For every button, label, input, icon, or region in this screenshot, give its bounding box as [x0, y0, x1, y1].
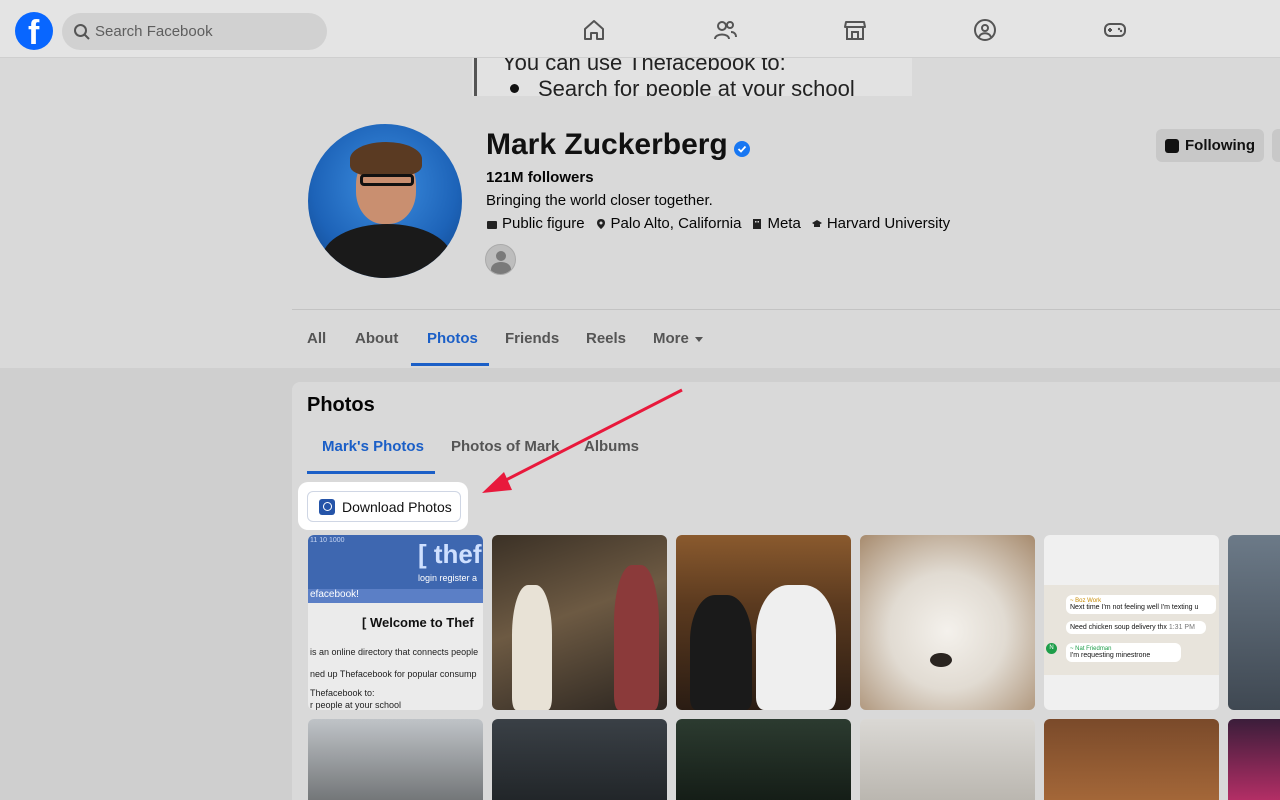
person-figure [756, 585, 836, 710]
work-item[interactable]: Meta [751, 215, 801, 232]
facebook-logo-icon[interactable]: f [15, 12, 53, 52]
education-item[interactable]: Harvard University [811, 215, 950, 232]
following-check-icon [1165, 138, 1179, 153]
person-figure [614, 565, 659, 710]
marketplace-icon[interactable] [843, 18, 867, 42]
person-figure [512, 585, 552, 710]
location-item[interactable]: Palo Alto, California [595, 215, 742, 232]
dog-nose [930, 653, 952, 667]
tab-about[interactable]: About [355, 330, 398, 347]
avatar-shirt [322, 224, 452, 278]
following-button[interactable]: Following [1156, 129, 1264, 162]
photo-thumbnail[interactable] [676, 719, 851, 800]
photo-thumbnail[interactable] [1228, 719, 1280, 800]
profile-details: Public figure Palo Alto, California Meta… [486, 215, 950, 232]
chevron-down-icon [694, 336, 703, 342]
cover-text-line1: You can use Thefacebook to: [502, 58, 786, 75]
photo-thumbnail[interactable]: 11 10 1000 [ thef login register a eface… [308, 535, 483, 710]
photo-thumbnail[interactable] [308, 719, 483, 800]
photo-thumbnail[interactable]: ~ Boz Work Next time I'm not feeling well… [1044, 535, 1219, 710]
briefcase-icon [487, 220, 497, 229]
tab-more-label: More [653, 330, 689, 347]
building-icon [753, 218, 762, 229]
following-label: Following [1185, 137, 1255, 154]
avatar-hair [350, 142, 422, 176]
profile-divider [292, 309, 1280, 310]
mutual-friend-avatar[interactable] [485, 244, 516, 275]
thumb-nav: login register a [418, 573, 478, 583]
chat-text: Need chicken soup delivery thx [1070, 624, 1167, 631]
thumb-welcome: [ Welcome to Thef [362, 615, 474, 630]
graduation-cap-icon [811, 219, 822, 227]
subtab-albums[interactable]: Albums [584, 438, 639, 455]
tab-reels[interactable]: Reels [586, 330, 626, 347]
chat-avatar: N [1046, 643, 1057, 654]
photos-section-title: Photos [307, 394, 375, 416]
download-photos-icon [319, 498, 335, 515]
gaming-icon[interactable] [1103, 18, 1127, 42]
category-label: Public figure [502, 215, 585, 232]
home-icon[interactable] [582, 18, 606, 42]
profile-name: Mark Zuckerberg [486, 128, 728, 161]
message-button[interactable] [1272, 129, 1280, 162]
tab-friends[interactable]: Friends [505, 330, 559, 347]
photo-thumbnail[interactable] [1228, 535, 1280, 710]
chat-message: ~ Nat Friedman I'm requesting minestrone [1066, 643, 1181, 662]
cover-divider [474, 58, 477, 96]
work-label: Meta [767, 215, 801, 232]
profile-bio: Bringing the world closer together. [486, 192, 713, 209]
chat-message: Need chicken soup delivery thx 1:31 PM [1066, 621, 1206, 634]
photo-thumbnail[interactable] [860, 535, 1035, 710]
chat-text: I'm requesting minestrone [1070, 652, 1151, 659]
subtab-photos-of-mark[interactable]: Photos of Mark [451, 438, 559, 455]
location-pin-icon [596, 218, 605, 229]
tab-all[interactable]: All [307, 330, 326, 347]
photo-thumbnail[interactable] [492, 719, 667, 800]
active-subtab-indicator [307, 471, 435, 474]
chat-message: ~ Boz Work Next time I'm not feeling well… [1066, 595, 1216, 614]
search-box[interactable] [62, 13, 327, 50]
photo-thumbnail[interactable] [676, 535, 851, 710]
active-tab-indicator [411, 363, 489, 366]
default-avatar-head [496, 251, 506, 261]
tab-more[interactable]: More [653, 330, 703, 347]
chat-text: Next time I'm not feeling well I'm texti… [1070, 604, 1199, 611]
download-photos-label: Download Photos [342, 498, 452, 515]
tab-photos[interactable]: Photos [427, 330, 478, 347]
groups-icon[interactable] [973, 18, 997, 42]
avatar-glasses [360, 174, 414, 186]
logo-letter: f [28, 14, 40, 52]
chat-time: 1:31 PM [1168, 624, 1195, 631]
search-input[interactable] [95, 13, 315, 50]
location-label: Palo Alto, California [610, 215, 742, 232]
photo-thumbnail[interactable] [492, 535, 667, 710]
thumb-text-1: is an online directory that connects peo… [310, 647, 479, 657]
thumb-text-3: Thefacebook to: [310, 688, 375, 698]
profile-avatar[interactable] [305, 121, 465, 281]
download-photos-button[interactable]: Download Photos [307, 491, 461, 522]
friends-icon[interactable] [713, 18, 737, 42]
photo-thumbnail[interactable] [860, 719, 1035, 800]
cover-bullet [510, 84, 519, 93]
thumb-text-2: ned up Thefacebook for popular consump [310, 669, 477, 679]
followers-count[interactable]: 121M followers [486, 169, 594, 186]
cover-photo[interactable]: You can use Thefacebook to: Search for p… [472, 58, 912, 96]
photo-thumbnail[interactable] [1044, 719, 1219, 800]
subtab-marks-photos[interactable]: Mark's Photos [322, 438, 424, 455]
verified-badge-icon [734, 141, 750, 157]
thumb-brand: [ thef [418, 539, 482, 569]
thumb-bar: efacebook! [308, 589, 483, 603]
thumb-text-4: r people at your school [310, 700, 402, 710]
search-icon [74, 24, 90, 40]
top-navigation-bar: f [0, 0, 1280, 58]
thumb-binary: 11 10 1000 [310, 537, 345, 544]
person-figure [690, 595, 752, 710]
education-label: Harvard University [826, 215, 951, 232]
default-avatar-body [491, 262, 511, 274]
cover-text-line2: Search for people at your school [538, 76, 855, 96]
category-item: Public figure [486, 215, 585, 232]
